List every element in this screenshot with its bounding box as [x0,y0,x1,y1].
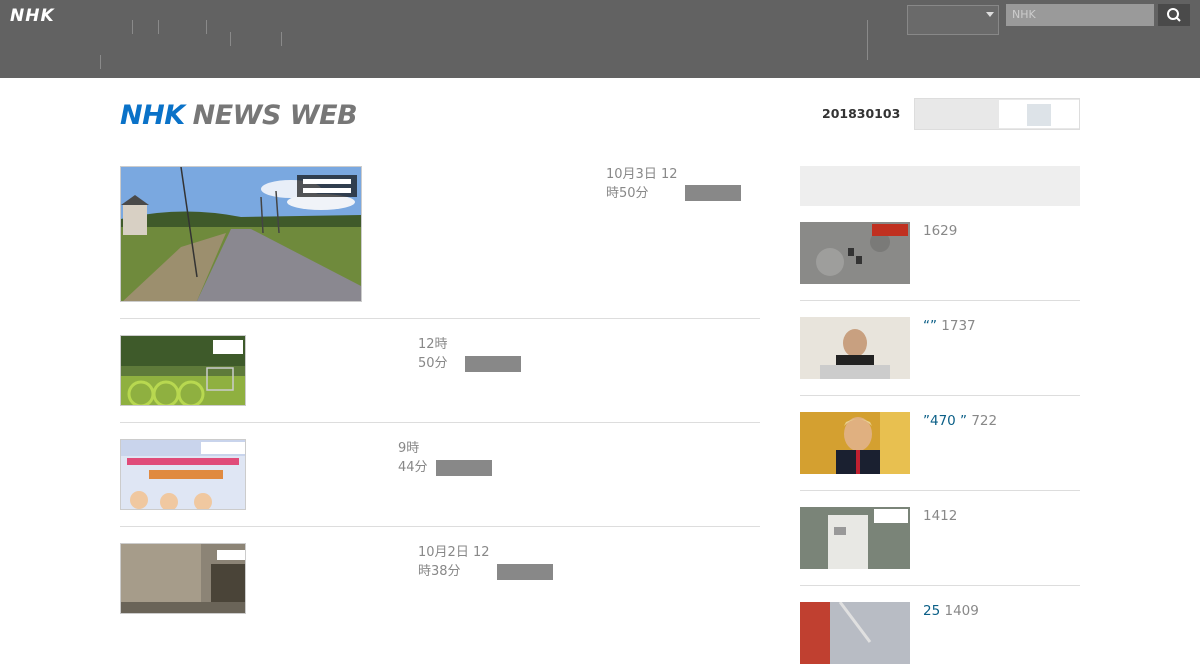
article-time: 時38分 [418,564,461,579]
article-timestamp: 10月3日 12 時50分 [606,165,678,203]
divider [800,300,1080,301]
article-time: 44分 [398,460,428,475]
ranking-thumbnail-machine[interactable] [800,507,910,569]
category-tag[interactable] [436,460,492,476]
search-icon [1167,8,1181,22]
ranking-item[interactable]: 25 1409 [923,602,1083,621]
category-tag[interactable] [685,185,741,201]
ranking-item-count: 1412 [923,508,958,524]
ranking-item-title: ”470 ” [923,413,972,429]
nhk-logo[interactable]: NHK [10,6,55,26]
brand-news-web: NEWS WEB [192,100,358,131]
article-timestamp: 12時 50分 [418,335,448,373]
ranking-item[interactable]: 1629 [923,222,1083,241]
divider [120,318,760,319]
region-select[interactable] [907,5,999,35]
ranking-item-count: 1409 [944,603,979,619]
news-web-logo[interactable]: NHK NEWS WEB [120,100,358,131]
divider [800,585,1080,586]
ranking-item[interactable]: “” 1737 [923,317,1083,336]
ranking-item-title: “” [923,318,942,334]
article-thumbnail-road[interactable] [120,166,362,302]
article-date: 12時 [418,337,448,352]
ranking-item[interactable]: 1412 [923,507,1083,526]
chevron-down-icon [986,12,994,17]
ranking-thumbnail-trump[interactable] [800,412,910,474]
ranking-thumbnail-crane[interactable] [800,602,910,664]
ranking-item-title: 25 [923,603,945,619]
search-input[interactable]: NHK [1006,4,1154,26]
article-timestamp: 9時 44分 [398,439,428,477]
divider [800,490,1080,491]
global-header: NHK NHK [0,0,1200,78]
article-thumbnail-senior-volunteer[interactable] [120,439,246,510]
ranking-header [800,166,1080,206]
divider [158,20,159,34]
ranking-item-count: 1629 [923,223,958,239]
divider [120,526,760,527]
category-tag[interactable] [465,356,521,372]
display-toggle[interactable] [914,98,1080,130]
divider [132,20,133,34]
ranking-item-count: 1737 [941,318,976,334]
ranking-thumbnail-asteroid[interactable] [800,222,910,284]
divider [800,395,1080,396]
divider [100,55,101,69]
article-thumbnail-bicycles[interactable] [120,335,246,406]
ranking-thumbnail-press-conference[interactable] [800,317,910,379]
divider [230,32,231,46]
divider [120,422,760,423]
article-thumbnail-tunnel[interactable] [120,543,246,614]
divider [281,32,282,46]
divider [206,20,207,34]
article-date: 9時 [398,441,420,456]
article-time: 時50分 [606,186,649,201]
search-button[interactable] [1158,4,1190,26]
article-timestamp: 10月2日 12 時38分 [418,543,490,581]
article-date: 10月2日 12 [418,545,490,560]
ranking-item[interactable]: ”470 ” 722 [923,412,1083,431]
article-time: 50分 [418,356,448,371]
brand-nhk: NHK [120,100,185,131]
article-date: 10月3日 12 [606,167,678,182]
toggle-knob[interactable] [1027,104,1051,126]
ranking-item-count: 722 [971,413,998,429]
category-tag[interactable] [497,564,553,580]
divider [867,20,868,60]
current-date: 201830103 [822,106,901,121]
